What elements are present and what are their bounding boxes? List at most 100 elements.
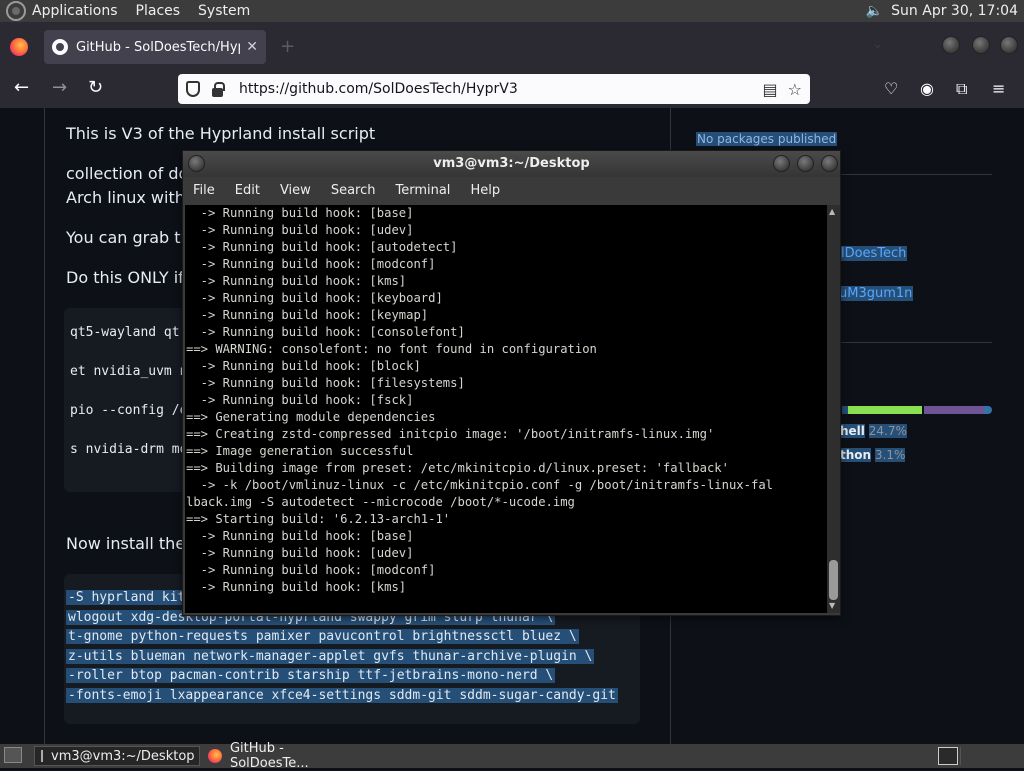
terminal-line: -> Running build hook: [block] (186, 359, 421, 373)
terminal-title: vm3@vm3:~/Desktop (433, 156, 590, 171)
url-text[interactable]: https://github.com/SolDoesTech/HyprV3 (239, 81, 753, 97)
menu-view[interactable]: View (280, 183, 311, 198)
window-menu-button[interactable] (188, 155, 205, 172)
language-name: hell (840, 424, 865, 438)
code-line: s nvidia-drm mo (70, 442, 188, 457)
terminal-line: -> Running build hook: [udev] (186, 223, 414, 237)
places-menu[interactable]: Places (136, 3, 181, 19)
menu-edit[interactable]: Edit (235, 183, 260, 198)
account-icon[interactable]: ◉ (920, 79, 934, 98)
terminal-output[interactable]: -> Running build hook: [base] -> Running… (185, 205, 827, 613)
applications-menu[interactable]: Applications (32, 3, 118, 19)
bookmark-star-icon[interactable]: ☆ (788, 80, 802, 99)
github-icon (52, 39, 68, 55)
forward-icon[interactable]: → (52, 78, 67, 98)
language-label-python[interactable]: thon 3.1% (840, 448, 906, 462)
new-tab-icon[interactable]: + (280, 36, 295, 57)
language-percent: 24.7% (868, 424, 907, 438)
readme-paragraph: Arch linux with y (66, 188, 200, 207)
terminal-line: -> Running build hook: [base] (186, 529, 414, 543)
taskbar-terminal[interactable]: vm3@vm3:~/Desktop (34, 746, 200, 766)
terminal-line: ==> Generating module dependencies (186, 410, 436, 424)
readme-paragraph: Do this ONLY if y (66, 268, 199, 287)
scrollbar-thumb[interactable] (829, 560, 838, 600)
minimize-button[interactable] (773, 155, 790, 172)
bottom-taskbar: vm3@vm3:~/Desktop GitHub - SolDoesTe... (0, 741, 1024, 771)
workspace-switcher[interactable] (938, 747, 958, 765)
close-button[interactable] (1000, 36, 1018, 54)
scroll-down-icon[interactable]: ▼ (829, 601, 835, 610)
close-button[interactable] (821, 155, 838, 172)
menu-search[interactable]: Search (331, 183, 376, 198)
terminal-line: -> Running build hook: [modconf] (186, 563, 436, 577)
terminal-line: -> Running build hook: [fsck] (186, 393, 414, 407)
terminal-line: -> Running build hook: [kms] (186, 580, 407, 594)
minimize-button[interactable] (942, 36, 960, 54)
shield-icon[interactable] (186, 81, 200, 97)
terminal-line: ==> Image generation successful (186, 444, 414, 458)
code-line: t-gnome python-requests pamixer pavucont… (66, 629, 579, 644)
reader-view-icon[interactable]: ▤ (763, 80, 778, 99)
menu-terminal[interactable]: Terminal (395, 183, 450, 198)
pocket-icon[interactable]: ♡ (884, 79, 898, 98)
top-panel: Applications Places System 🔈 Sun Apr 30,… (0, 0, 1024, 22)
system-menu[interactable]: System (198, 3, 250, 19)
terminal-line: -> Running build hook: [keyboard] (186, 291, 443, 305)
readme-paragraph: You can grab the (66, 228, 201, 247)
terminal-line: -> Running build hook: [autodetect] (186, 240, 458, 254)
terminal-icon (41, 750, 43, 762)
maximize-button[interactable] (797, 155, 814, 172)
lock-icon[interactable] (212, 81, 225, 97)
readme-paragraph: This is V3 of the Hyprland install scrip… (66, 124, 376, 143)
packages-text: No packages published (696, 132, 838, 146)
readme-paragraph: Now install the b (66, 534, 201, 553)
terminal-line: -> Running build hook: [kms] (186, 274, 407, 288)
back-icon[interactable]: ← (14, 78, 29, 98)
language-bar-other (924, 406, 984, 414)
code-line: -roller btop pacman-contrib starship ttf… (66, 668, 556, 683)
close-tab-icon[interactable]: ✕ (246, 39, 258, 55)
code-line: -S hyprland kit (66, 590, 188, 605)
contributor-link[interactable]: uM3gum1n (838, 286, 914, 301)
code-line: -fonts-emoji lxappearance xfce4-settings… (66, 688, 618, 703)
extensions-icon[interactable]: ⧉ (956, 79, 967, 99)
nav-bar: ← → ↻ https://github.com/SolDoesTech/Hyp… (0, 70, 1024, 108)
firefox-icon (208, 749, 222, 763)
menu-help[interactable]: Help (470, 183, 500, 198)
code-line: et nvidia_uvm n (70, 364, 188, 379)
browser-tab[interactable]: GitHub - SolDoesTech/Hypr ✕ (44, 30, 266, 64)
terminal-line: ==> WARNING: consolefont: no font found … (186, 342, 597, 356)
terminal-line: -> Running build hook: [filesystems] (186, 376, 465, 390)
hamburger-menu-icon[interactable]: ≡ (992, 79, 1005, 98)
menu-file[interactable]: File (193, 183, 215, 198)
code-line: z-utils blueman network-manager-applet g… (66, 649, 595, 664)
chevron-down-icon[interactable]: ⌄ (872, 36, 884, 52)
language-label-shell[interactable]: hell 24.7% (840, 424, 907, 438)
clock[interactable]: Sun Apr 30, 17:04 (891, 3, 1018, 19)
readme-paragraph: collection of dot (66, 164, 195, 183)
gnome-foot-icon[interactable] (6, 1, 26, 21)
volume-icon[interactable]: 🔈 (866, 3, 883, 19)
terminal-line: -> Running build hook: [udev] (186, 546, 414, 560)
reload-icon[interactable]: ↻ (88, 78, 103, 98)
contributor-link[interactable]: olDoesTech (832, 246, 908, 261)
workspace-area[interactable] (960, 747, 1020, 765)
url-bar[interactable]: https://github.com/SolDoesTech/HyprV3 ▤ … (178, 74, 810, 104)
terminal-scrollbar[interactable]: ▲ ▼ (827, 205, 840, 613)
tab-title: GitHub - SolDoesTech/Hypr (76, 39, 241, 55)
terminal-line: ==> Creating zstd-compressed initcpio im… (186, 427, 715, 441)
terminal-window[interactable]: vm3@vm3:~/Desktop File Edit View Search … (182, 150, 841, 616)
maximize-button[interactable] (972, 36, 990, 54)
taskbar-browser[interactable]: GitHub - SolDoesTe... (202, 741, 372, 771)
code-line: qt5-wayland qt (70, 325, 180, 340)
scroll-up-icon[interactable]: ▲ (829, 207, 835, 216)
terminal-line: -> Running build hook: [keymap] (186, 308, 429, 322)
language-bar-python (984, 406, 992, 414)
terminal-line: ==> Starting build: '6.2.13-arch1-1' (186, 512, 451, 526)
firefox-icon[interactable] (10, 38, 28, 56)
terminal-titlebar[interactable]: vm3@vm3:~/Desktop (183, 151, 840, 177)
show-desktop-icon[interactable] (4, 747, 22, 763)
tab-strip: GitHub - SolDoesTech/Hypr ✕ + ⌄ (0, 22, 1024, 70)
code-line: pio --config /e (70, 403, 188, 418)
terminal-line: -> -k /boot/vmlinuz-linux -c /etc/mkinit… (186, 478, 773, 492)
